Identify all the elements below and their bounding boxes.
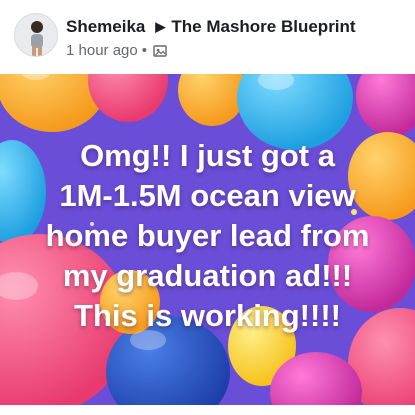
author-name[interactable]: Shemeika bbox=[66, 17, 145, 36]
post-header: Shemeika ▶ The Mashore Blueprint 1 hour ag… bbox=[0, 0, 415, 74]
caption-line: Omg!! I just got a bbox=[80, 138, 335, 173]
bottom-spacer bbox=[0, 405, 415, 415]
caption-line: my graduation ad!!! bbox=[62, 258, 353, 293]
caption-line: home buyer lead from bbox=[45, 218, 370, 253]
group-name[interactable]: The Mashore Blueprint bbox=[171, 17, 355, 36]
image-caption: Omg!! I just got a 1M-1.5M ocean view ho… bbox=[0, 136, 415, 336]
post-image[interactable]: Omg!! I just got a 1M-1.5M ocean view ho… bbox=[0, 74, 415, 405]
album-icon bbox=[153, 44, 167, 63]
arrow-right-icon: ▶ bbox=[155, 19, 166, 34]
caption-line: This is working!!!! bbox=[74, 298, 341, 333]
avatar[interactable] bbox=[14, 13, 58, 57]
post-meta: 1 hour ago • bbox=[66, 42, 167, 63]
timestamp[interactable]: 1 hour ago bbox=[66, 42, 138, 59]
separator: • bbox=[141, 42, 147, 59]
caption-line: 1M-1.5M ocean view bbox=[59, 178, 356, 213]
author-line: Shemeika ▶ The Mashore Blueprint bbox=[66, 17, 356, 37]
